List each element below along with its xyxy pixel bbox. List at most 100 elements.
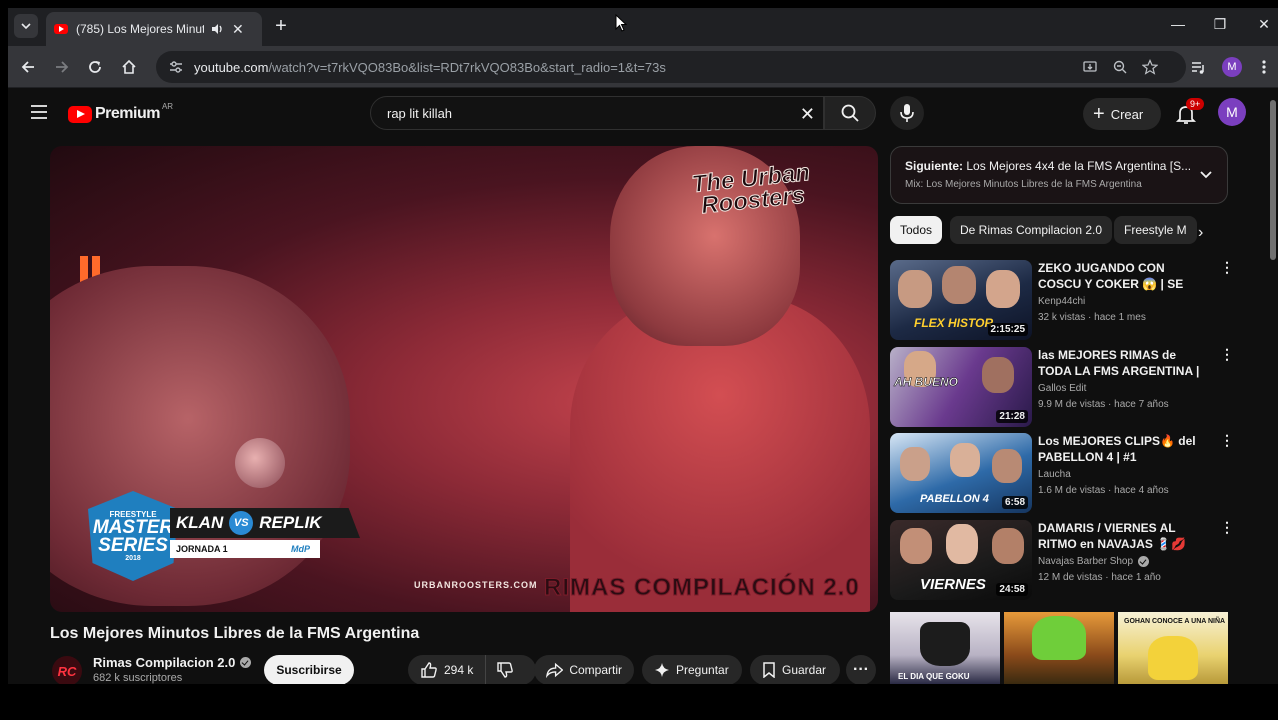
tab-active[interactable]: (785) Los Mejores Minutos Libres de la F… — [46, 12, 262, 46]
recommendation-item[interactable]: VIERNES 24:58 DAMARIS / VIERNES AL RITMO… — [890, 520, 1236, 600]
search-box[interactable]: ✕ — [370, 96, 824, 130]
forward-button[interactable] — [50, 55, 74, 79]
rec-more-icon[interactable]: ⋮ — [1220, 347, 1234, 361]
rec-meta: 9.9 M de vistas · hace 7 años — [1038, 399, 1169, 410]
tab-search-button[interactable] — [14, 14, 38, 38]
chip-todos[interactable]: Todos — [890, 216, 943, 244]
rec-meta: 12 M de vistas · hace 1 año — [1038, 572, 1161, 583]
page-scrollbar[interactable] — [1270, 100, 1276, 260]
media-controls-icon[interactable] — [1190, 59, 1206, 75]
restore-button[interactable]: ❐ — [1210, 16, 1230, 33]
short-caption: EL DIA QUE GOKU — [898, 672, 970, 681]
thumb-face — [900, 528, 932, 564]
bookmark-star-icon[interactable] — [1142, 59, 1158, 75]
recommendation-item[interactable]: PABELLON 4 6:58 Los MEJORES CLIPS🔥 del P… — [890, 433, 1236, 513]
back-button[interactable] — [16, 55, 40, 79]
rec-channel[interactable]: Kenp44chi — [1038, 296, 1085, 307]
thumb-caption: PABELLON 4 — [920, 493, 989, 505]
rec-more-icon[interactable]: ⋮ — [1220, 433, 1234, 447]
subscriber-count: 682 k suscriptores — [93, 672, 183, 684]
rec-title[interactable]: DAMARIS / VIERNES AL RITMO en NAVAJAS 💈💋 — [1038, 520, 1210, 552]
chip-freestyle[interactable]: Freestyle M — [1114, 216, 1197, 244]
like-button[interactable]: 294 k — [408, 655, 487, 684]
chevron-down-icon — [21, 23, 31, 30]
chip-channel[interactable]: De Rimas Compilacion 2.0 — [950, 216, 1113, 244]
close-tab-icon[interactable]: ✕ — [232, 21, 244, 38]
thumb-face — [982, 357, 1014, 393]
reload-icon — [89, 61, 101, 73]
rec-channel[interactable]: Navajas Barber Shop — [1038, 556, 1150, 567]
minimize-button[interactable]: — — [1168, 16, 1188, 32]
expand-chevron-icon[interactable] — [1199, 167, 1213, 181]
ask-button[interactable]: Preguntar — [642, 655, 742, 684]
duration-badge: 24:58 — [996, 583, 1028, 596]
save-label: Guardar — [782, 663, 827, 677]
reload-button[interactable] — [83, 55, 107, 79]
create-button[interactable]: + Crear — [1083, 98, 1161, 130]
rec-title[interactable]: ZEKO JUGANDO CON COSCU Y COKER 😱 | SE DE… — [1038, 260, 1210, 292]
fighter-2: REPLIK — [259, 513, 322, 532]
chips-next-icon[interactable]: › — [1198, 224, 1203, 242]
next-title: Los Mejores 4x4 de la FMS Argentina [S..… — [966, 159, 1192, 173]
thumbs-up-icon — [421, 662, 437, 678]
voice-search-button[interactable] — [890, 96, 924, 130]
next-up: Siguiente: Los Mejores 4x4 de la FMS Arg… — [905, 159, 1213, 173]
share-button[interactable]: Compartir — [534, 655, 634, 684]
zoom-icon[interactable] — [1112, 59, 1128, 75]
subscribe-button[interactable]: Suscribirse — [264, 655, 354, 684]
rec-more-icon[interactable]: ⋮ — [1220, 260, 1234, 274]
speaker-icon[interactable] — [210, 22, 224, 36]
thumb-figure — [1148, 636, 1198, 680]
channel-avatar[interactable]: RC — [52, 656, 82, 684]
thumb-caption: VIERNES — [920, 576, 986, 593]
youtube-logo-icon — [68, 105, 92, 123]
short-thumbnail[interactable]: EL DIA QUE GOKU — [890, 612, 1000, 684]
youtube-premium-logo[interactable]: Premium AR — [68, 101, 174, 123]
rec-title[interactable]: las MEJORES RIMAS de TODA LA FMS ARGENTI… — [1038, 347, 1210, 379]
rec-title[interactable]: Los MEJORES CLIPS🔥 del PABELLON 4 | #1 — [1038, 433, 1210, 465]
new-tab-button[interactable]: + — [270, 16, 292, 36]
browser-profile-avatar[interactable]: M — [1222, 57, 1242, 77]
short-thumbnail[interactable]: GOHAN CONOCE A UNA NIÑA — [1118, 612, 1228, 684]
install-app-icon[interactable] — [1082, 59, 1098, 75]
arrow-right-icon — [56, 61, 69, 73]
more-vert-icon — [1262, 60, 1266, 74]
rec-channel[interactable]: Gallos Edit — [1038, 383, 1086, 394]
close-window-button[interactable]: ✕ — [1254, 16, 1274, 33]
browser-menu-button[interactable] — [1252, 55, 1276, 79]
search-icon — [841, 104, 859, 122]
playlist-panel[interactable]: Siguiente: Los Mejores 4x4 de la FMS Arg… — [890, 146, 1228, 204]
address-bar[interactable]: youtube.com/watch?v=t7rkVQO83Bo&list=RDt… — [156, 51, 1186, 83]
share-label: Compartir — [569, 663, 622, 677]
save-button[interactable]: Guardar — [750, 655, 840, 684]
clear-search-icon[interactable]: ✕ — [800, 104, 815, 125]
video-thumbnail[interactable]: VIERNES 24:58 — [890, 520, 1032, 600]
dislike-button[interactable] — [486, 661, 530, 679]
youtube-masthead: Premium AR ✕ + Crear 9+ M — [8, 88, 1278, 138]
video-thumbnail[interactable]: AH BUENO 21:28 — [890, 347, 1032, 427]
search-input[interactable] — [387, 105, 787, 121]
hamburger-menu-icon[interactable] — [30, 104, 48, 120]
video-player[interactable]: The Urban Roosters FREESTYLE MASTER SERI… — [50, 146, 878, 612]
rec-channel[interactable]: Laucha — [1038, 469, 1071, 480]
share-icon — [546, 662, 564, 678]
short-thumbnail[interactable] — [1004, 612, 1114, 684]
account-avatar[interactable]: M — [1218, 98, 1246, 126]
search-button[interactable] — [824, 96, 876, 130]
recommendation-item[interactable]: AH BUENO 21:28 las MEJORES RIMAS de TODA… — [890, 347, 1236, 427]
duration-badge: 21:28 — [996, 410, 1028, 423]
more-actions-button[interactable]: ··· — [846, 655, 876, 684]
fighter-1: KLAN — [176, 513, 224, 532]
rec-more-icon[interactable]: ⋮ — [1220, 520, 1234, 534]
video-thumbnail[interactable]: PABELLON 4 6:58 — [890, 433, 1032, 513]
site-settings-icon[interactable] — [168, 59, 184, 75]
home-button[interactable] — [117, 55, 141, 79]
country-code: AR — [161, 101, 174, 111]
tab-title: (785) Los Mejores Minutos Libres de la F… — [76, 22, 204, 36]
thumb-face — [950, 443, 980, 477]
verified-icon — [240, 657, 252, 668]
jornada-bar: JORNADA 1 MdP — [170, 540, 320, 558]
channel-name[interactable]: Rimas Compilacion 2.0 — [93, 655, 252, 670]
recommendation-item[interactable]: FLEX HISTOR 2:15:25 ZEKO JUGANDO CON COS… — [890, 260, 1236, 340]
video-thumbnail[interactable]: FLEX HISTOR 2:15:25 — [890, 260, 1032, 340]
